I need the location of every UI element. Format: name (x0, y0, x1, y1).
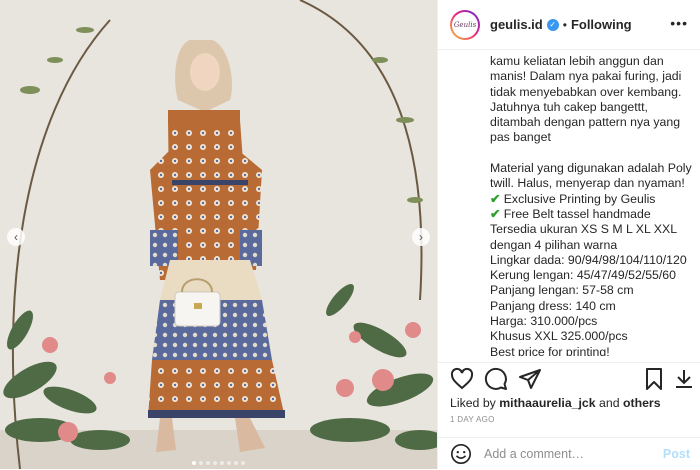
caption-check-line: ✔ Exclusive Printing by Geulis (490, 192, 692, 207)
avatar[interactable]: Geulis (450, 9, 480, 40)
caption-check-line: ✔ Free Belt tassel handmade (490, 207, 692, 222)
post-sidebar: Geulis geulis.id ✓ • Following ••• kamu … (437, 0, 700, 469)
caption-check-text: Free Belt tassel handmade (500, 206, 651, 221)
comment-icon[interactable] (484, 367, 508, 391)
caption-line: kamu keliatan lebih anggun dan (490, 54, 664, 68)
share-icon[interactable] (518, 367, 542, 391)
caption-line (490, 146, 692, 161)
caption-line: Best price for printing! (490, 344, 610, 356)
carousel-dots (0, 461, 437, 465)
caption-line: Khusus XXL 325.000/pcs (490, 329, 628, 344)
post-header: Geulis geulis.id ✓ • Following ••• (438, 0, 700, 50)
carousel-dot (199, 461, 203, 465)
carousel-dot (213, 461, 217, 465)
check-mark-icon: ✔ (490, 206, 501, 221)
smiley-icon[interactable] (450, 443, 472, 465)
caption-line: Kerung lengan: 45/47/49/52/55/60 (490, 268, 676, 283)
more-horizontal-icon[interactable]: ••• (670, 15, 688, 31)
caption-line: Jatuhnya tuh cakep bangettt, (490, 99, 648, 114)
product-photo (0, 0, 437, 469)
caption-line: dengan 4 pilihan warna (490, 237, 618, 252)
caption-line: twill. Halus, menyerap dan nyaman! (490, 176, 685, 191)
likes-line: Liked by mithaaurelia_jck and others (450, 396, 661, 410)
carousel-dot (206, 461, 210, 465)
comment-bar: Post (438, 437, 700, 470)
verified-badge-icon: ✓ (546, 18, 559, 31)
likes-prefix: Liked by (450, 396, 500, 410)
username-link[interactable]: geulis.id (490, 17, 543, 32)
carousel-dot (227, 461, 231, 465)
likes-middle: and (595, 396, 623, 410)
liked-by-user-link[interactable]: mithaaurelia_jck (499, 396, 595, 410)
carousel-next-button[interactable]: › (412, 228, 430, 246)
download-icon[interactable] (672, 367, 696, 391)
carousel-dot (241, 461, 245, 465)
following-button[interactable]: Following (571, 17, 632, 32)
post-caption: kamu keliatan lebih anggun dan manis! Da… (490, 54, 692, 356)
caption-line: Panjang dress: 140 cm (490, 298, 616, 313)
caption-line: Panjang lengan: 57-58 cm (490, 283, 634, 298)
post-media[interactable]: ‹ › (0, 0, 437, 469)
heart-icon[interactable] (450, 367, 474, 391)
post-timestamp[interactable]: 1 DAY AGO (450, 415, 495, 424)
avatar-logo: Geulis (452, 11, 478, 38)
caption-line: Material yang digunakan adalah Poly (490, 161, 692, 176)
carousel-dot (234, 461, 238, 465)
caption-line: Tersedia ukuran XS S M L XL XXL (490, 222, 678, 237)
instagram-post: ‹ › Geulis geulis.id ✓ • Following ••• k… (0, 0, 700, 469)
action-bar (438, 362, 700, 395)
comment-input[interactable] (482, 446, 656, 462)
bookmark-icon[interactable] (642, 367, 666, 391)
likes-others-link[interactable]: others (623, 396, 661, 410)
caption-line: tidak menyebabkan over kembang. (490, 84, 682, 99)
post-comment-button[interactable]: Post (663, 447, 690, 461)
caption-check-text: Exclusive Printing by Geulis (500, 191, 656, 206)
check-mark-icon: ✔ (490, 191, 501, 206)
carousel-dot (192, 461, 196, 465)
carousel-prev-button[interactable]: ‹ (7, 228, 25, 246)
caption-line: manis! Dalam nya pakai furing, jadi (490, 69, 682, 84)
caption-line: ditambah dengan pattern nya yang (490, 115, 681, 130)
caption-line: Harga: 310.000/pcs (490, 314, 598, 329)
header-separator: • (562, 17, 567, 32)
carousel-dot (220, 461, 224, 465)
caption-line: pas banget (490, 130, 551, 145)
caption-line: Lingkar dada: 90/94/98/104/110/120 (490, 252, 687, 267)
